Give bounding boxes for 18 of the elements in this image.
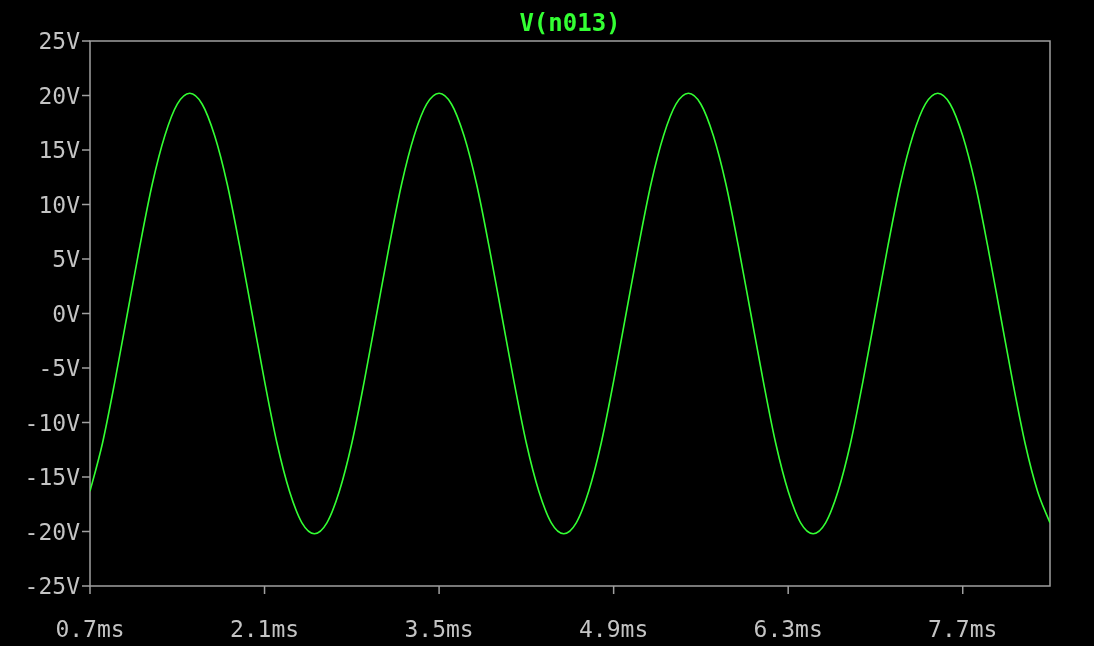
y-tick-label: -20V bbox=[24, 518, 80, 545]
x-tick-label: 2.1ms bbox=[229, 616, 300, 642]
x-tick-label: 7.7ms bbox=[928, 616, 998, 642]
y-tick-label: 15V bbox=[38, 137, 80, 163]
x-tick-label: 6.3ms bbox=[753, 616, 823, 642]
y-tick-label: -15V bbox=[24, 464, 80, 490]
x-tick-label: 4.9ms bbox=[579, 616, 649, 642]
y-tick-label: 10V bbox=[38, 191, 80, 218]
x-tick-label: 3.5ms bbox=[404, 616, 474, 642]
y-tick-label: 25V bbox=[38, 28, 80, 54]
y-tick-label: -10V bbox=[24, 409, 80, 436]
y-tick-label: 20V bbox=[38, 82, 80, 109]
y-tick-label: -5V bbox=[38, 355, 80, 381]
y-tick-label: 5V bbox=[52, 246, 80, 272]
y-tick-label: 0V bbox=[52, 300, 80, 327]
y-tick-label: -25V bbox=[24, 573, 80, 599]
x-tick-label: 0.7ms bbox=[55, 616, 125, 642]
chart-title: V(n013) bbox=[519, 9, 621, 37]
